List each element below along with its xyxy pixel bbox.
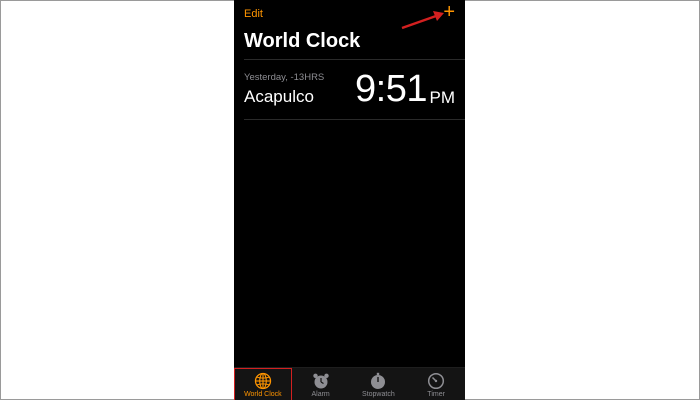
tab-label: Stopwatch bbox=[362, 391, 395, 398]
tab-timer[interactable]: Timer bbox=[407, 368, 465, 400]
clock-row[interactable]: Yesterday, -13HRS Acapulco 9:51 PM bbox=[234, 60, 465, 118]
tab-alarm[interactable]: Alarm bbox=[292, 368, 350, 400]
tab-label: World Clock bbox=[244, 391, 282, 398]
timer-icon bbox=[428, 372, 445, 390]
edit-button[interactable]: Edit bbox=[244, 8, 263, 20]
stopwatch-icon bbox=[371, 372, 386, 389]
annotation-arrow-icon bbox=[401, 11, 444, 30]
page-title: World Clock bbox=[244, 30, 361, 52]
tab-stopwatch[interactable]: Stopwatch bbox=[350, 368, 408, 400]
clock-ampm: PM bbox=[429, 88, 456, 107]
tab-bar: World Clock Alarm Stopwatch Timer bbox=[234, 367, 465, 400]
tab-world-clock[interactable]: World Clock bbox=[234, 368, 292, 400]
clock-city: Acapulco bbox=[244, 87, 314, 106]
globe-icon bbox=[254, 372, 272, 390]
tab-label: Alarm bbox=[311, 391, 330, 398]
divider bbox=[244, 119, 465, 120]
alarm-clock-icon bbox=[312, 373, 329, 389]
clock-time: 9:51 bbox=[355, 68, 427, 110]
clock-offset: Yesterday, -13HRS bbox=[244, 72, 325, 83]
phone-screen: Edit + World Clock Yesterday, -13HRS Aca… bbox=[234, 0, 465, 400]
tab-label: Timer bbox=[427, 391, 445, 398]
